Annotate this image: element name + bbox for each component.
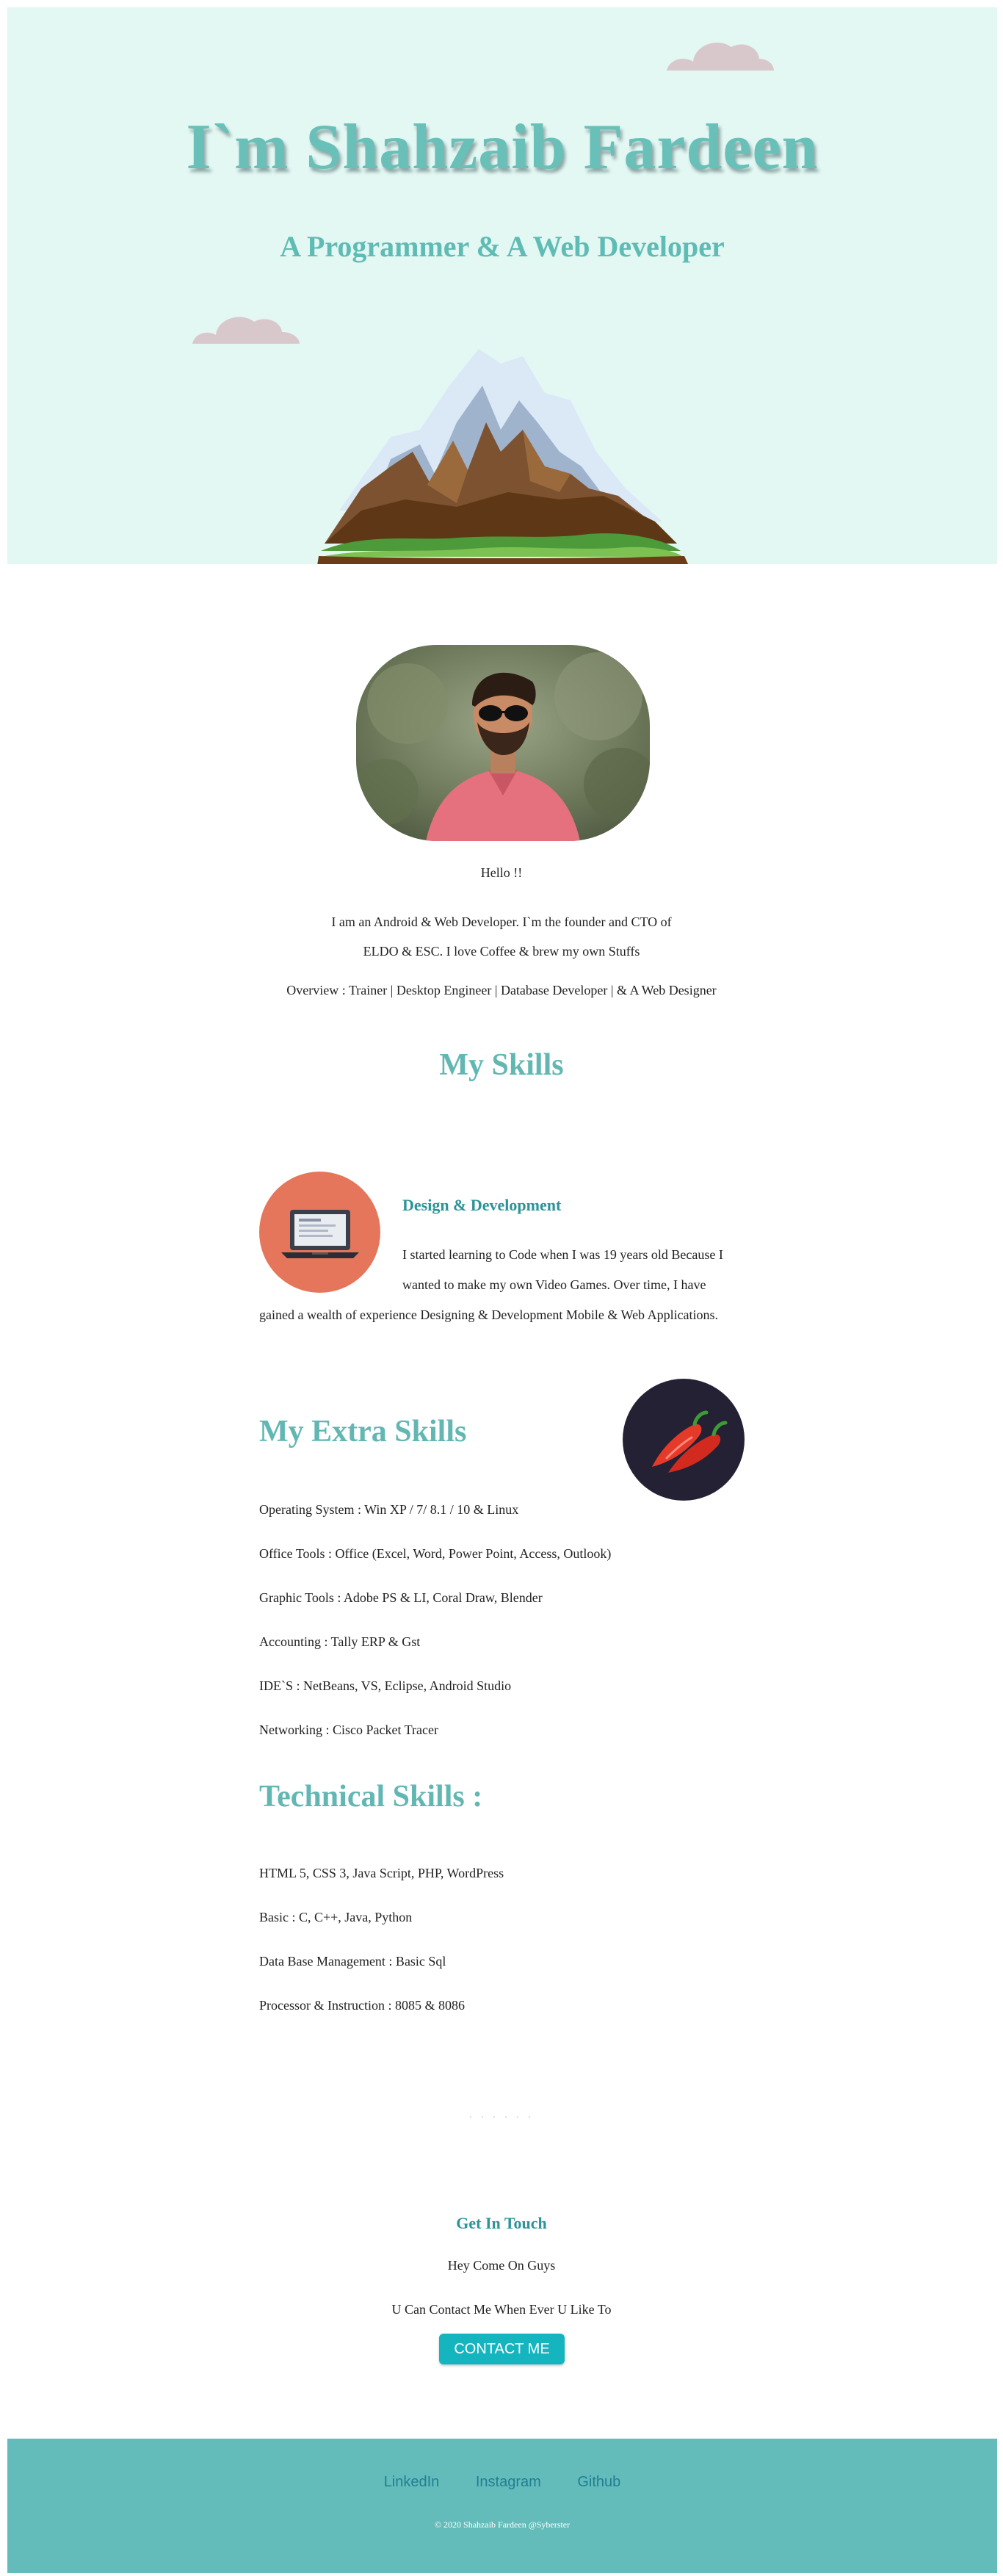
profile-photo bbox=[356, 645, 650, 841]
list-item: HTML 5, CSS 3, Java Script, PHP, WordPre… bbox=[259, 1866, 504, 1880]
technical-skills-heading: Technical Skills : bbox=[259, 1780, 483, 1814]
list-item: Office Tools : Office (Excel, Word, Powe… bbox=[259, 1546, 612, 1561]
list-item: IDE`S : NetBeans, VS, Eclipse, Android S… bbox=[259, 1678, 512, 1693]
list-item: Graphic Tools : Adobe PS & LI, Coral Dra… bbox=[259, 1590, 543, 1605]
list-item: Processor & Instruction : 8085 & 8086 bbox=[259, 1998, 465, 2013]
overview-text: Overview : Trainer | Desktop Engineer | … bbox=[286, 983, 717, 997]
hero-subtitle: A Programmer & A Web Developer bbox=[280, 230, 725, 263]
list-item: Accounting : Tally ERP & Gst bbox=[259, 1634, 421, 1649]
list-item: Networking : Cisco Packet Tracer bbox=[259, 1722, 438, 1737]
extra-skills-heading: My Extra Skills bbox=[259, 1415, 467, 1448]
mountain-illustration bbox=[317, 349, 689, 564]
get-in-touch-line-2: U Can Contact Me When Ever U Like To bbox=[391, 2302, 612, 2317]
linkedin-link[interactable]: LinkedIn bbox=[384, 2474, 440, 2490]
instagram-link[interactable]: Instagram bbox=[476, 2474, 541, 2490]
cloud-icon bbox=[192, 317, 300, 344]
copyright-text: © 2020 Shahzaib Fardeen @Syberster bbox=[434, 2519, 571, 2530]
get-in-touch-heading: Get In Touch bbox=[456, 2214, 547, 2232]
list-item: Operating System : Win XP / 7/ 8.1 / 10 … bbox=[259, 1502, 519, 1517]
bio-line-2: ELDO & ESC. I love Coffee & brew my own … bbox=[363, 944, 640, 959]
page: I`m Shahzaib Fardeen A Programmer & A We… bbox=[0, 0, 1003, 2576]
technical-skills-list: HTML 5, CSS 3, Java Script, PHP, WordPre… bbox=[259, 1865, 504, 2041]
hero-title: I`m Shahzaib Fardeen bbox=[186, 112, 819, 183]
chili-badge bbox=[623, 1379, 745, 1501]
get-in-touch-line-1: Hey Come On Guys bbox=[447, 2258, 556, 2273]
list-item: Basic : C, C++, Java, Python bbox=[259, 1910, 413, 1924]
github-link[interactable]: Github bbox=[577, 2474, 620, 2490]
footer: LinkedIn Instagram Github © 2020 Shahzai… bbox=[7, 2439, 997, 2573]
list-item: Data Base Management : Basic Sql bbox=[259, 1954, 446, 1969]
cloud-icon bbox=[667, 42, 774, 71]
bio-line-1: I am an Android & Web Developer. I`m the… bbox=[331, 914, 672, 929]
hello-text: Hello !! bbox=[480, 865, 523, 880]
chili-pepper-icon bbox=[652, 1410, 728, 1473]
footer-links: LinkedIn Instagram Github bbox=[7, 2474, 997, 2491]
bio-text: I am an Android & Web Developer. I`m the… bbox=[0, 907, 1003, 966]
hero-section: I`m Shahzaib Fardeen A Programmer & A We… bbox=[7, 7, 997, 564]
skills-heading: My Skills bbox=[439, 1048, 564, 1082]
contact-me-button[interactable]: CONTACT ME bbox=[439, 2334, 565, 2364]
extra-skills-list: Operating System : Win XP / 7/ 8.1 / 10 … bbox=[259, 1501, 611, 1766]
design-development-text: I started learning to Code when I was 19… bbox=[259, 1247, 723, 1322]
section-divider: . . . . . . bbox=[469, 2108, 534, 2121]
design-development-title: Design & Development bbox=[402, 1196, 562, 1214]
